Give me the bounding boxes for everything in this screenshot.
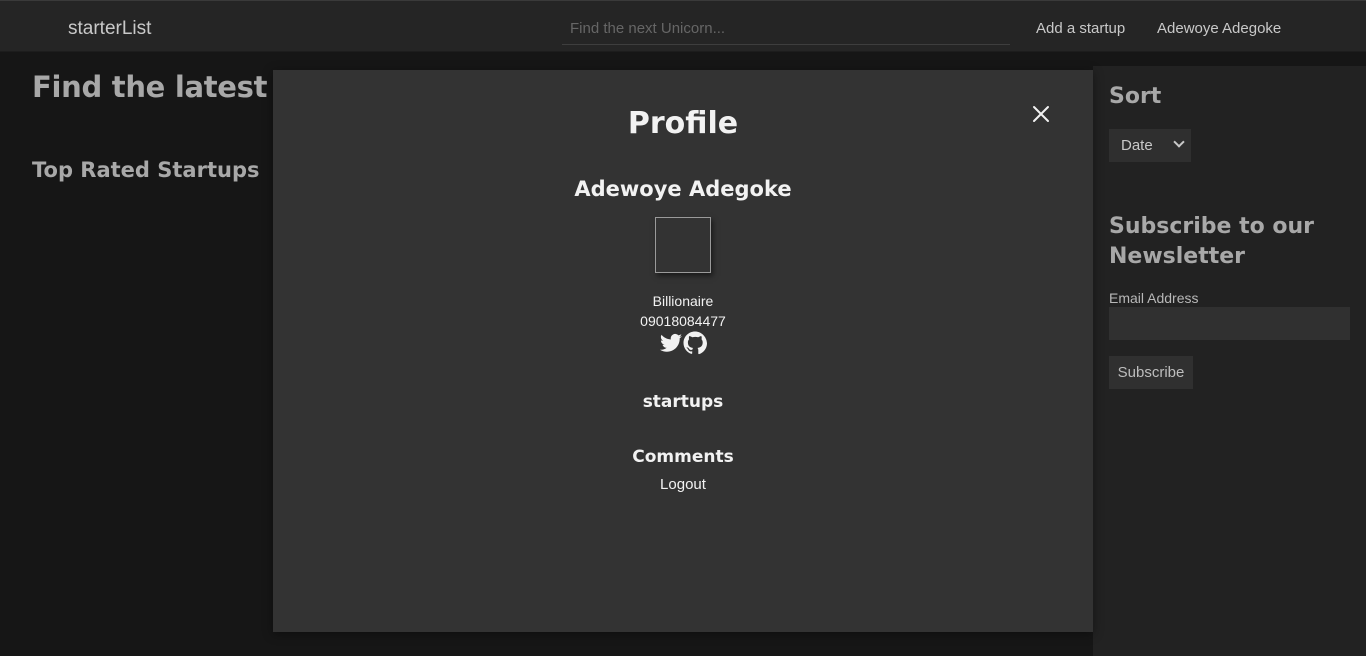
- email-field[interactable]: [1109, 307, 1350, 340]
- github-icon[interactable]: [683, 331, 707, 355]
- avatar: [655, 217, 711, 273]
- profile-bio: Billionaire: [652, 293, 714, 309]
- user-profile-link[interactable]: Adewoye Adegoke: [1157, 20, 1281, 37]
- comments-heading: Comments: [632, 447, 734, 467]
- logout-button[interactable]: Logout: [273, 476, 1093, 493]
- profile-modal: Profile Adewoye Adegoke Billionaire 0901…: [273, 70, 1093, 632]
- sort-selected-value: Date: [1121, 137, 1153, 154]
- social-links: [659, 331, 709, 355]
- newsletter-heading: Subscribe to our Newsletter: [1109, 214, 1315, 269]
- email-label: Email Address: [1109, 290, 1199, 306]
- sort-select[interactable]: Date: [1109, 129, 1191, 162]
- modal-title: Profile: [627, 106, 739, 141]
- profile-phone: 09018084477: [640, 313, 726, 329]
- add-startup-link[interactable]: Add a startup: [1036, 20, 1125, 37]
- profile-name: Adewoye Adegoke: [574, 177, 792, 201]
- chevron-down-icon: [1173, 136, 1185, 148]
- startups-heading: startups: [642, 392, 724, 412]
- subscribe-button[interactable]: Subscribe: [1109, 356, 1193, 389]
- top-rated-heading: Top Rated Startups: [32, 158, 260, 182]
- search-input[interactable]: [562, 13, 1010, 45]
- brand-logo-link[interactable]: starterList: [68, 18, 151, 40]
- sort-heading: Sort: [1109, 84, 1162, 109]
- top-navbar: starterList Add a startup Adewoye Adegok…: [0, 0, 1366, 52]
- twitter-icon[interactable]: [659, 331, 683, 355]
- right-sidebar: Sort Date Subscribe to our Newsletter Em…: [1093, 66, 1366, 656]
